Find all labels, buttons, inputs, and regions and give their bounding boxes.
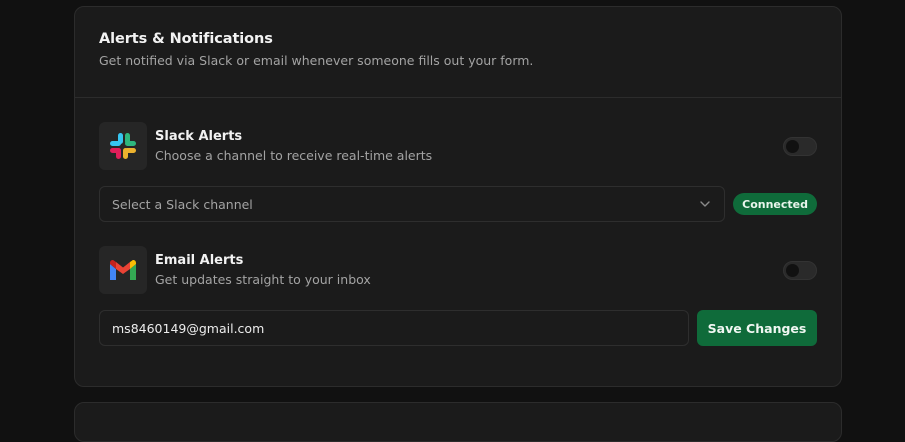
email-address-row: Save Changes bbox=[99, 310, 817, 346]
email-row-text: Email Alerts Get updates straight to you… bbox=[155, 253, 783, 287]
slack-channel-row: Select a Slack channel Connected bbox=[99, 186, 817, 222]
slack-channel-select[interactable]: Select a Slack channel bbox=[99, 186, 726, 222]
toggle-knob bbox=[786, 263, 799, 277]
next-card bbox=[74, 402, 842, 442]
slack-alerts-toggle[interactable] bbox=[783, 136, 817, 156]
section-subtitle: Get notified via Slack or email whenever… bbox=[99, 53, 534, 68]
email-alerts-row: Email Alerts Get updates straight to you… bbox=[99, 246, 817, 294]
slack-alerts-row: Slack Alerts Choose a channel to receive… bbox=[99, 122, 817, 170]
email-alerts-title: Email Alerts bbox=[155, 253, 244, 268]
slack-alerts-title: Slack Alerts bbox=[155, 129, 243, 144]
section-title: Alerts & Notifications bbox=[99, 31, 273, 47]
toggle-knob bbox=[786, 139, 799, 153]
slack-channel-value: Select a Slack channel bbox=[112, 196, 253, 212]
card-header: Alerts & Notifications Get notified via … bbox=[75, 7, 841, 98]
slack-row-text: Slack Alerts Choose a channel to receive… bbox=[155, 129, 783, 163]
email-address-input[interactable] bbox=[99, 310, 689, 346]
save-changes-button[interactable]: Save Changes bbox=[697, 310, 817, 346]
chevron-down-icon bbox=[700, 201, 710, 207]
connected-status-badge: Connected bbox=[733, 193, 817, 215]
email-alerts-toggle[interactable] bbox=[783, 260, 817, 280]
gmail-icon bbox=[110, 259, 136, 280]
slack-logo-tile bbox=[99, 122, 147, 170]
email-alerts-description: Get updates straight to your inbox bbox=[155, 272, 371, 287]
slack-alerts-description: Choose a channel to receive real-time al… bbox=[155, 148, 433, 163]
gmail-logo-tile bbox=[99, 246, 147, 294]
slack-icon bbox=[110, 133, 136, 159]
alerts-card: Alerts & Notifications Get notified via … bbox=[74, 6, 842, 387]
